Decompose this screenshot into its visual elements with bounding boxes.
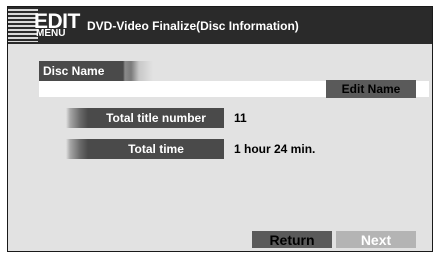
total-time-label-text: Total time <box>128 142 184 156</box>
total-title-number-label-text: Total title number <box>106 111 206 125</box>
disc-name-label-text: Disc Name <box>43 64 105 78</box>
header-bar: EDIT MENU DVD-Video Finalize(Disc Inform… <box>8 7 432 44</box>
menu-subtitle: MENU <box>36 28 66 39</box>
total-title-number-label: Total title number <box>66 108 224 128</box>
return-button[interactable]: Return <box>252 231 332 248</box>
page-title: DVD-Video Finalize(Disc Information) <box>87 19 299 33</box>
edit-name-button[interactable]: Edit Name <box>326 80 416 98</box>
finalize-panel: EDIT MENU DVD-Video Finalize(Disc Inform… <box>7 6 433 252</box>
screen: EDIT MENU DVD-Video Finalize(Disc Inform… <box>0 0 439 256</box>
total-time-value: 1 hour 24 min. <box>234 142 316 156</box>
total-title-number-value: 11 <box>234 111 247 125</box>
disc-name-label: Disc Name <box>39 61 153 81</box>
total-time-label: Total time <box>66 139 224 159</box>
next-button[interactable]: Next <box>336 231 416 248</box>
